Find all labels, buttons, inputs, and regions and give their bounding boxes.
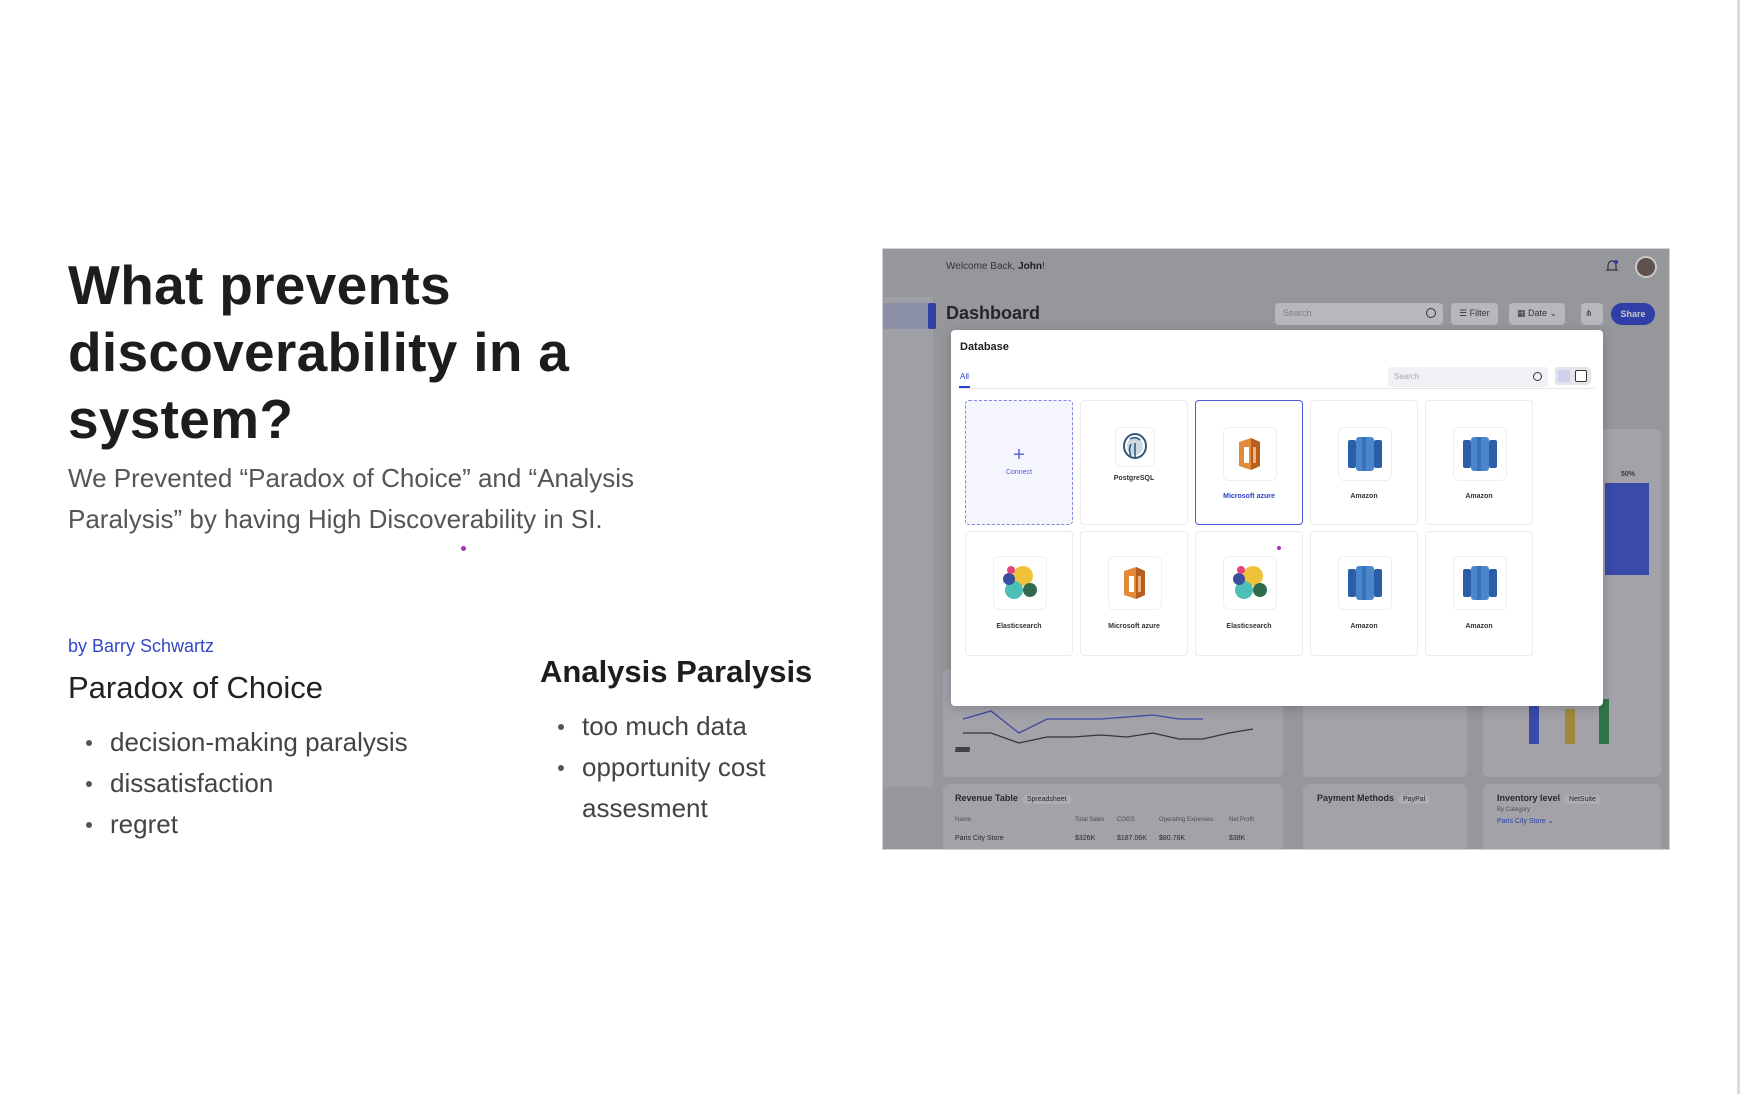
card-label: Amazon [1465, 623, 1493, 630]
cursor-dot [461, 546, 466, 551]
list-item: opportunity cost assesment [540, 747, 840, 829]
postgresql-icon [1115, 427, 1155, 467]
slide-subtitle: We Prevented “Paradox of Choice” and “An… [68, 463, 635, 534]
database-card-amazon[interactable]: Amazon [1310, 400, 1418, 525]
card-label: Elasticsearch [1226, 623, 1272, 630]
slide-title: What prevents discoverability in a syste… [68, 254, 570, 450]
amazon-icon [1453, 556, 1507, 610]
amazon-icon [1453, 427, 1507, 481]
card-label: Elasticsearch [996, 623, 1042, 630]
database-card-amazon[interactable]: Amazon [1425, 531, 1533, 656]
analysis-list: too much data opportunity cost assesment [540, 706, 840, 829]
card-label: Amazon [1350, 493, 1378, 500]
card-label: Amazon [1465, 493, 1493, 500]
database-card-amazon[interactable]: Amazon [1425, 400, 1533, 525]
author-link[interactable]: by Barry Schwartz [68, 636, 214, 657]
database-card-postgresql[interactable]: PostgreSQL [1080, 400, 1188, 525]
connect-card[interactable]: + Connect [965, 400, 1073, 525]
elasticsearch-icon [1223, 556, 1277, 610]
list-item: too much data [540, 706, 840, 747]
analysis-heading: Analysis Paralysis [540, 654, 813, 689]
database-card-azure[interactable]: Microsoft azure [1195, 400, 1303, 525]
list-item: dissatisfaction [68, 763, 408, 804]
paradox-list: decision-making paralysis dissatisfactio… [68, 722, 408, 845]
elasticsearch-icon [993, 556, 1047, 610]
dashboard-screenshot: Welcome Back, John! Dashboard Search ☰ F… [882, 248, 1670, 850]
amazon-icon [1338, 556, 1392, 610]
database-modal: Database All Search + Connect PostgreSQL… [951, 330, 1603, 706]
azure-icon [1108, 556, 1162, 610]
paradox-heading: Paradox of Choice [68, 670, 324, 705]
card-label: Connect [1005, 469, 1033, 476]
cursor-dot [1277, 546, 1281, 550]
grid-view-icon[interactable] [1575, 370, 1587, 382]
list-item: decision-making paralysis [68, 722, 408, 763]
divider [959, 388, 1595, 389]
database-card-elasticsearch[interactable]: Elasticsearch [1195, 531, 1303, 656]
card-label: Microsoft azure [1108, 623, 1160, 630]
tab-all[interactable]: All [960, 372, 969, 381]
card-label: PostgreSQL [1113, 475, 1155, 482]
modal-title: Database [960, 341, 1009, 353]
azure-icon [1223, 427, 1277, 481]
plus-icon: + [1013, 444, 1025, 466]
card-label: Amazon [1350, 623, 1378, 630]
database-card-elasticsearch[interactable]: Elasticsearch [965, 531, 1073, 656]
list-view-icon[interactable] [1558, 370, 1570, 382]
list-item: regret [68, 804, 408, 845]
database-card-azure[interactable]: Microsoft azure [1080, 531, 1188, 656]
database-card-amazon[interactable]: Amazon [1310, 531, 1418, 656]
search-icon [1533, 372, 1542, 381]
view-toggle[interactable] [1555, 367, 1591, 385]
amazon-icon [1338, 427, 1392, 481]
modal-search-input[interactable]: Search [1388, 367, 1548, 387]
card-label: Microsoft azure [1223, 493, 1275, 500]
